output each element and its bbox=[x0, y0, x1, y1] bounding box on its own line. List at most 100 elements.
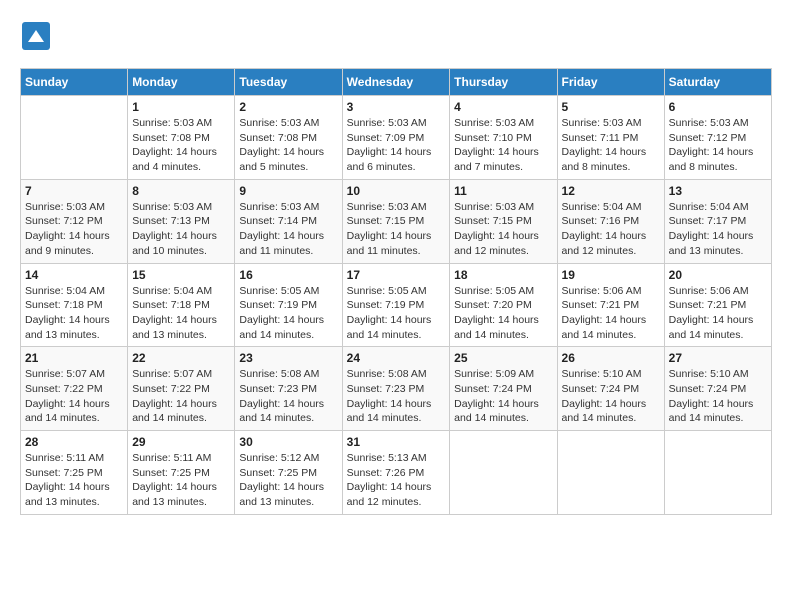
calendar-cell: 16 Sunrise: 5:05 AM Sunset: 7:19 PM Dayli… bbox=[235, 263, 342, 347]
calendar-cell: 8 Sunrise: 5:03 AM Sunset: 7:13 PM Daylig… bbox=[128, 179, 235, 263]
day-info: Sunrise: 5:04 AM Sunset: 7:17 PM Dayligh… bbox=[669, 200, 767, 259]
day-number: 13 bbox=[669, 184, 767, 198]
day-number: 24 bbox=[347, 351, 446, 365]
day-info: Sunrise: 5:03 AM Sunset: 7:09 PM Dayligh… bbox=[347, 116, 446, 175]
day-of-week-header: Friday bbox=[557, 69, 664, 96]
day-number: 11 bbox=[454, 184, 552, 198]
day-info: Sunrise: 5:06 AM Sunset: 7:21 PM Dayligh… bbox=[562, 284, 660, 343]
calendar-cell: 7 Sunrise: 5:03 AM Sunset: 7:12 PM Daylig… bbox=[21, 179, 128, 263]
calendar-cell bbox=[664, 431, 771, 515]
day-number: 10 bbox=[347, 184, 446, 198]
day-of-week-header: Monday bbox=[128, 69, 235, 96]
calendar-cell: 4Sunrise: 5:03 AM Sunset: 7:10 PM Daylig… bbox=[450, 96, 557, 180]
day-of-week-header: Sunday bbox=[21, 69, 128, 96]
calendar-week-row: 14 Sunrise: 5:04 AM Sunset: 7:18 PM Dayli… bbox=[21, 263, 772, 347]
calendar-cell: 10 Sunrise: 5:03 AM Sunset: 7:15 PM Dayli… bbox=[342, 179, 450, 263]
calendar-cell: 26 Sunrise: 5:10 AM Sunset: 7:24 PM Dayli… bbox=[557, 347, 664, 431]
day-info: Sunrise: 5:03 AM Sunset: 7:13 PM Dayligh… bbox=[132, 200, 230, 259]
day-of-week-header: Saturday bbox=[664, 69, 771, 96]
day-number: 6 bbox=[669, 100, 767, 114]
calendar-cell: 1 Sunrise: 5:03 AM Sunset: 7:08 PM Daylig… bbox=[128, 96, 235, 180]
day-number: 18 bbox=[454, 268, 552, 282]
day-info: Sunrise: 5:03 AM Sunset: 7:14 PM Dayligh… bbox=[239, 200, 337, 259]
calendar-cell: 25 Sunrise: 5:09 AM Sunset: 7:24 PM Dayli… bbox=[450, 347, 557, 431]
calendar-cell: 30 Sunrise: 5:12 AM Sunset: 7:25 PM Dayli… bbox=[235, 431, 342, 515]
calendar-cell: 23 Sunrise: 5:08 AM Sunset: 7:23 PM Dayli… bbox=[235, 347, 342, 431]
day-number: 28 bbox=[25, 435, 123, 449]
day-number: 17 bbox=[347, 268, 446, 282]
calendar-cell: 24 Sunrise: 5:08 AM Sunset: 7:23 PM Dayli… bbox=[342, 347, 450, 431]
calendar-week-row: 21 Sunrise: 5:07 AM Sunset: 7:22 PM Dayli… bbox=[21, 347, 772, 431]
day-number: 14 bbox=[25, 268, 123, 282]
day-number: 9 bbox=[239, 184, 337, 198]
day-of-week-header: Thursday bbox=[450, 69, 557, 96]
day-info: Sunrise: 5:10 AM Sunset: 7:24 PM Dayligh… bbox=[562, 367, 660, 426]
day-info: Sunrise: 5:05 AM Sunset: 7:20 PM Dayligh… bbox=[454, 284, 552, 343]
calendar-cell: 2Sunrise: 5:03 AM Sunset: 7:08 PM Daylig… bbox=[235, 96, 342, 180]
day-number: 23 bbox=[239, 351, 337, 365]
day-number: 29 bbox=[132, 435, 230, 449]
day-info: Sunrise: 5:07 AM Sunset: 7:22 PM Dayligh… bbox=[25, 367, 123, 426]
calendar-cell bbox=[21, 96, 128, 180]
day-info: Sunrise: 5:09 AM Sunset: 7:24 PM Dayligh… bbox=[454, 367, 552, 426]
calendar-cell: 19Sunrise: 5:06 AM Sunset: 7:21 PM Dayli… bbox=[557, 263, 664, 347]
calendar-cell bbox=[557, 431, 664, 515]
calendar-cell: 14 Sunrise: 5:04 AM Sunset: 7:18 PM Dayli… bbox=[21, 263, 128, 347]
day-number: 31 bbox=[347, 435, 446, 449]
calendar-cell: 17 Sunrise: 5:05 AM Sunset: 7:19 PM Dayli… bbox=[342, 263, 450, 347]
calendar-cell: 13 Sunrise: 5:04 AM Sunset: 7:17 PM Dayli… bbox=[664, 179, 771, 263]
day-number: 26 bbox=[562, 351, 660, 365]
day-info: Sunrise: 5:03 AM Sunset: 7:15 PM Dayligh… bbox=[454, 200, 552, 259]
day-number: 30 bbox=[239, 435, 337, 449]
day-info: Sunrise: 5:05 AM Sunset: 7:19 PM Dayligh… bbox=[347, 284, 446, 343]
day-info: Sunrise: 5:04 AM Sunset: 7:18 PM Dayligh… bbox=[25, 284, 123, 343]
day-info: Sunrise: 5:10 AM Sunset: 7:24 PM Dayligh… bbox=[669, 367, 767, 426]
calendar-cell: 9 Sunrise: 5:03 AM Sunset: 7:14 PM Daylig… bbox=[235, 179, 342, 263]
calendar-header-row: SundayMondayTuesdayWednesdayThursdayFrid… bbox=[21, 69, 772, 96]
day-number: 3 bbox=[347, 100, 446, 114]
day-number: 21 bbox=[25, 351, 123, 365]
day-number: 25 bbox=[454, 351, 552, 365]
day-number: 20 bbox=[669, 268, 767, 282]
calendar-cell: 29Sunrise: 5:11 AM Sunset: 7:25 PM Dayli… bbox=[128, 431, 235, 515]
day-number: 5 bbox=[562, 100, 660, 114]
day-info: Sunrise: 5:03 AM Sunset: 7:12 PM Dayligh… bbox=[25, 200, 123, 259]
day-number: 27 bbox=[669, 351, 767, 365]
calendar-cell: 31 Sunrise: 5:13 AM Sunset: 7:26 PM Dayli… bbox=[342, 431, 450, 515]
day-number: 22 bbox=[132, 351, 230, 365]
day-of-week-header: Wednesday bbox=[342, 69, 450, 96]
day-number: 8 bbox=[132, 184, 230, 198]
calendar-week-row: 28 Sunrise: 5:11 AM Sunset: 7:25 PM Dayli… bbox=[21, 431, 772, 515]
calendar-cell: 28 Sunrise: 5:11 AM Sunset: 7:25 PM Dayli… bbox=[21, 431, 128, 515]
day-info: Sunrise: 5:08 AM Sunset: 7:23 PM Dayligh… bbox=[347, 367, 446, 426]
logo bbox=[20, 20, 56, 52]
calendar-cell: 6Sunrise: 5:03 AM Sunset: 7:12 PM Daylig… bbox=[664, 96, 771, 180]
day-info: Sunrise: 5:03 AM Sunset: 7:08 PM Dayligh… bbox=[132, 116, 230, 175]
page-header bbox=[20, 20, 772, 52]
day-info: Sunrise: 5:04 AM Sunset: 7:16 PM Dayligh… bbox=[562, 200, 660, 259]
day-number: 15 bbox=[132, 268, 230, 282]
day-info: Sunrise: 5:06 AM Sunset: 7:21 PM Dayligh… bbox=[669, 284, 767, 343]
calendar-week-row: 7 Sunrise: 5:03 AM Sunset: 7:12 PM Daylig… bbox=[21, 179, 772, 263]
day-number: 1 bbox=[132, 100, 230, 114]
calendar-cell: 15Sunrise: 5:04 AM Sunset: 7:18 PM Dayli… bbox=[128, 263, 235, 347]
calendar-cell: 18 Sunrise: 5:05 AM Sunset: 7:20 PM Dayli… bbox=[450, 263, 557, 347]
calendar-cell: 11 Sunrise: 5:03 AM Sunset: 7:15 PM Dayli… bbox=[450, 179, 557, 263]
day-number: 7 bbox=[25, 184, 123, 198]
day-of-week-header: Tuesday bbox=[235, 69, 342, 96]
day-number: 16 bbox=[239, 268, 337, 282]
calendar-cell: 3 Sunrise: 5:03 AM Sunset: 7:09 PM Daylig… bbox=[342, 96, 450, 180]
day-info: Sunrise: 5:11 AM Sunset: 7:25 PM Dayligh… bbox=[25, 451, 123, 510]
day-info: Sunrise: 5:03 AM Sunset: 7:15 PM Dayligh… bbox=[347, 200, 446, 259]
day-info: Sunrise: 5:03 AM Sunset: 7:11 PM Dayligh… bbox=[562, 116, 660, 175]
day-number: 12 bbox=[562, 184, 660, 198]
calendar-week-row: 1 Sunrise: 5:03 AM Sunset: 7:08 PM Daylig… bbox=[21, 96, 772, 180]
day-info: Sunrise: 5:08 AM Sunset: 7:23 PM Dayligh… bbox=[239, 367, 337, 426]
day-info: Sunrise: 5:13 AM Sunset: 7:26 PM Dayligh… bbox=[347, 451, 446, 510]
day-info: Sunrise: 5:05 AM Sunset: 7:19 PM Dayligh… bbox=[239, 284, 337, 343]
calendar-table: SundayMondayTuesdayWednesdayThursdayFrid… bbox=[20, 68, 772, 515]
day-info: Sunrise: 5:12 AM Sunset: 7:25 PM Dayligh… bbox=[239, 451, 337, 510]
day-info: Sunrise: 5:07 AM Sunset: 7:22 PM Dayligh… bbox=[132, 367, 230, 426]
day-number: 2 bbox=[239, 100, 337, 114]
calendar-cell: 22 Sunrise: 5:07 AM Sunset: 7:22 PM Dayli… bbox=[128, 347, 235, 431]
